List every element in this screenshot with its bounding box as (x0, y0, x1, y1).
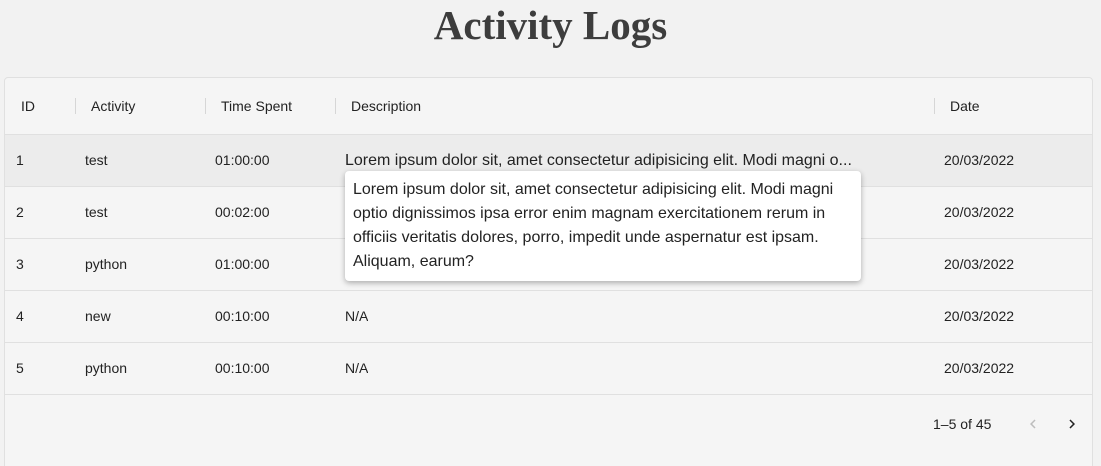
column-separator[interactable] (75, 98, 76, 114)
table-header: ID Activity Time Spent Description Date (5, 78, 1092, 135)
cell-time-spent: 00:02:00 (215, 204, 270, 220)
cell-description: N/A (345, 360, 369, 376)
cell-date: 20/03/2022 (944, 256, 1015, 272)
page: Activity Logs ID Activity Time Spent Des… (0, 0, 1101, 466)
cell-activity: test (85, 152, 108, 168)
column-header-time-spent[interactable]: Time Spent (221, 78, 292, 134)
cell-id: 1 (16, 152, 24, 168)
column-separator[interactable] (205, 98, 206, 114)
column-separator[interactable] (335, 98, 336, 114)
cell-time-spent: 01:00:00 (215, 256, 270, 272)
cell-time-spent: 00:10:00 (215, 360, 270, 376)
column-header-id[interactable]: ID (21, 78, 35, 134)
cell-date: 20/03/2022 (944, 308, 1015, 324)
chevron-left-icon (1030, 419, 1036, 429)
table-row[interactable]: 4 new 00:10:00 N/A 20/03/2022 (5, 291, 1092, 343)
cell-id: 2 (16, 204, 24, 220)
cell-date: 20/03/2022 (944, 204, 1015, 220)
cell-date: 20/03/2022 (944, 360, 1015, 376)
cell-time-spent: 01:00:00 (215, 152, 270, 168)
cell-activity: python (85, 256, 128, 272)
description-tooltip: Lorem ipsum dolor sit, amet consectetur … (345, 171, 861, 281)
cell-id: 3 (16, 256, 24, 272)
cell-activity: new (85, 308, 111, 324)
column-header-date[interactable]: Date (950, 78, 980, 134)
cell-activity: test (85, 204, 108, 220)
cell-id: 5 (16, 360, 24, 376)
chevron-right-icon (1069, 419, 1075, 429)
cell-activity: python (85, 360, 128, 376)
page-title: Activity Logs (433, 2, 668, 48)
next-page-button[interactable] (1056, 408, 1088, 440)
cell-description: N/A (345, 308, 369, 324)
cell-time-spent: 00:10:00 (215, 308, 270, 324)
column-header-description[interactable]: Description (351, 78, 421, 134)
cell-id: 4 (16, 308, 24, 324)
pagination-range-label: 1–5 of 45 (933, 416, 992, 432)
cell-date: 20/03/2022 (944, 152, 1015, 168)
table-footer: 1–5 of 45 (5, 394, 1092, 454)
column-separator[interactable] (934, 98, 935, 114)
table-row[interactable]: 5 python 00:10:00 N/A 20/03/2022 (5, 343, 1092, 395)
column-header-activity[interactable]: Activity (91, 78, 135, 134)
previous-page-button[interactable] (1017, 408, 1049, 440)
